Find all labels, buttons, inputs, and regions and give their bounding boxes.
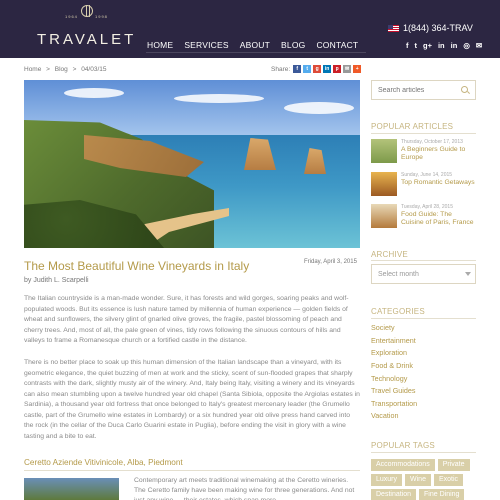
logo-est-right: 1998 (95, 14, 108, 19)
vineyard-image (24, 478, 119, 500)
article-paragraph: There is no better place to soak up this… (24, 359, 360, 440)
linkedin-icon[interactable]: in (451, 41, 458, 50)
nav-contact[interactable]: CONTACT (316, 40, 358, 50)
share-pinterest-button[interactable]: p (333, 65, 342, 73)
popular-article[interactable]: Tuesday, April 28, 2015 Food Guide: The … (371, 204, 476, 228)
divider (371, 133, 476, 134)
twitter-icon[interactable]: t (415, 41, 418, 50)
breadcrumb-home[interactable]: Home (24, 66, 41, 73)
categories-heading: CATEGORIES (371, 307, 425, 316)
share-facebook-button[interactable]: f (293, 65, 302, 73)
breadcrumb-blog[interactable]: Blog (55, 66, 68, 73)
divider (371, 318, 476, 319)
article-title: The Most Beautiful Wine Vineyards in Ita… (24, 259, 250, 273)
share-more-button[interactable]: + (353, 65, 362, 73)
popular-heading: POPULAR ARTICLES (371, 122, 454, 131)
logo[interactable]: TRAVALET (37, 31, 136, 48)
search-icon[interactable] (461, 86, 468, 93)
popular-article[interactable]: Sunday, June 14, 2015 Top Romantic Getaw… (371, 172, 476, 196)
hero-cloud (174, 94, 264, 103)
popular-title[interactable]: Top Romantic Getaways (401, 179, 476, 187)
tag[interactable]: Fine Dining (419, 489, 465, 500)
hero-image (24, 80, 360, 248)
popular-date: Thursday, October 17, 2013 (401, 139, 463, 145)
popular-thumbnail (371, 172, 397, 196)
nav-blog[interactable]: BLOG (281, 40, 305, 50)
tag[interactable]: Private (437, 459, 470, 471)
phone-number[interactable]: 1(844) 364-TRAV (403, 23, 473, 33)
article-author[interactable]: by Judith L. Scarpelli (24, 277, 89, 284)
popular-title[interactable]: A Beginners Guide to Europe (401, 146, 476, 162)
tag[interactable]: Exotic (433, 474, 464, 486)
hero-cloud (64, 88, 124, 98)
logo-badge: 1964 1998 (64, 5, 110, 23)
tags-heading: POPULAR TAGS (371, 441, 435, 450)
facebook-icon[interactable]: f (406, 41, 409, 50)
tag-cloud: Accommodations Private Luxury Wine Exoti… (371, 459, 479, 500)
divider (371, 260, 476, 261)
category-link[interactable]: Vacation (371, 411, 398, 420)
site-header: 1964 1998 TRAVALET HOME SERVICES ABOUT B… (0, 0, 500, 58)
chevron-down-icon[interactable] (465, 272, 471, 276)
popular-title[interactable]: Food Guide: The Cuisine of Paris, France (401, 211, 476, 227)
divider (24, 470, 360, 471)
article-paragraph: The Italian countryside is a man-made wo… (24, 295, 349, 344)
share-label: Share: (271, 65, 291, 73)
archive-select[interactable]: Select month (371, 264, 476, 284)
article-paragraph: Contemporary art meets traditional winem… (134, 477, 355, 500)
main-nav: HOME SERVICES ABOUT BLOG CONTACT (147, 40, 369, 50)
category-link[interactable]: Exploration (371, 348, 407, 357)
category-link[interactable]: Entertainment (371, 336, 416, 345)
category-link[interactable]: Society (371, 323, 395, 332)
divider (371, 452, 476, 453)
nav-home[interactable]: HOME (147, 40, 173, 50)
popular-article[interactable]: Thursday, October 17, 2013 A Beginners G… (371, 139, 476, 163)
share-linkedin-button[interactable]: in (323, 65, 332, 73)
nav-about[interactable]: ABOUT (240, 40, 270, 50)
social-links: f t g+ in in ◎ ✉ (406, 41, 482, 50)
article-subheading: Ceretto Aziende Vitivinicole, Alba, Pied… (24, 458, 183, 467)
share-bar: Share: f t g in p ✉ + (271, 65, 363, 73)
popular-thumbnail (371, 139, 397, 163)
breadcrumb-separator: > (46, 66, 50, 73)
globe-icon (81, 5, 93, 17)
category-link[interactable]: Technology (371, 374, 407, 383)
logo-est-left: 1964 (65, 14, 78, 19)
tag[interactable]: Wine (405, 474, 431, 486)
popular-thumbnail (371, 204, 397, 228)
nav-divider (146, 52, 366, 53)
vimeo-icon[interactable]: in (438, 41, 445, 50)
instagram-icon[interactable]: ◎ (463, 41, 470, 50)
tag[interactable]: Accommodations (371, 459, 435, 471)
article-date: Friday, April 3, 2015 (304, 259, 357, 265)
us-flag-icon (388, 24, 399, 32)
popular-date: Sunday, June 14, 2015 (401, 172, 453, 178)
breadcrumb-current: 04/03/15 (81, 66, 107, 73)
category-link[interactable]: Travel Guides (371, 386, 415, 395)
phone-block: 1(844) 364-TRAV (388, 23, 473, 33)
email-icon[interactable]: ✉ (476, 41, 482, 50)
hero-cloud (284, 102, 354, 114)
popular-date: Tuesday, April 28, 2015 (401, 204, 453, 210)
share-email-button[interactable]: ✉ (343, 65, 352, 73)
breadcrumb-separator: > (72, 66, 77, 73)
nav-services[interactable]: SERVICES (184, 40, 228, 50)
tag[interactable]: Destination (371, 489, 417, 500)
share-google-button[interactable]: g (313, 65, 322, 73)
google-plus-icon[interactable]: g+ (423, 41, 432, 50)
category-link[interactable]: Food & Drink (371, 361, 413, 370)
share-twitter-button[interactable]: t (303, 65, 312, 73)
archive-heading: ARCHIVE (371, 250, 408, 259)
category-link[interactable]: Transportation (371, 399, 417, 408)
tag[interactable]: Luxury (371, 474, 403, 486)
breadcrumb: Home > Blog > 04/03/15 (24, 66, 110, 73)
